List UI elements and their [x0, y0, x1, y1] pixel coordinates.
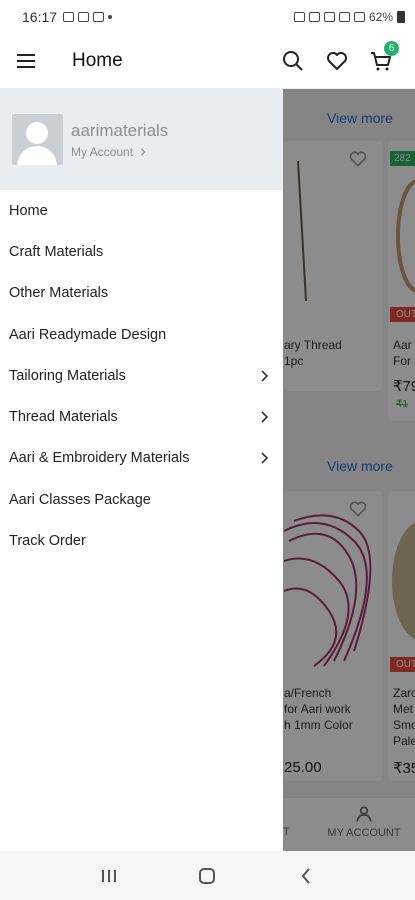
alarm-icon [293, 11, 305, 22]
drawer-item-aari-classes-package[interactable]: Aari Classes Package [0, 479, 283, 520]
home-icon [199, 867, 216, 884]
drawer-item-label: Home [9, 202, 48, 219]
recent-apps-icon [102, 869, 117, 882]
drawer-item-aari-readymade-design[interactable]: Aari Readymade Design [0, 314, 283, 355]
gallery-icon [63, 11, 75, 22]
message-icon [93, 11, 105, 22]
back-icon [301, 867, 310, 884]
wifi-icon [323, 11, 335, 22]
my-account-link[interactable]: My Account [71, 145, 168, 159]
app-header: Home 6 [0, 33, 415, 89]
menu-button[interactable] [0, 33, 52, 89]
my-account-label: My Account [71, 144, 134, 159]
search-icon [283, 50, 303, 71]
drawer-item-label: Track Order [9, 533, 86, 550]
recent-apps-button[interactable] [94, 861, 124, 891]
chevron-right-icon [141, 147, 146, 156]
notification-dot-icon [108, 14, 113, 19]
drawer-item-thread-materials[interactable]: Thread Materials [0, 396, 283, 437]
drawer-item-craft-materials[interactable]: Craft Materials [0, 231, 283, 272]
home-button[interactable] [192, 861, 222, 891]
cart-count-badge: 6 [384, 40, 399, 56]
drawer-item-label: Craft Materials [9, 243, 104, 260]
drawer-item-label: Aari & Embroidery Materials [9, 450, 190, 467]
status-bar: 16:17 62% [0, 0, 415, 33]
drawer-item-track-order[interactable]: Track Order [0, 520, 283, 561]
page-title: Home [72, 49, 123, 71]
signal-2-icon [353, 11, 365, 22]
back-button[interactable] [291, 861, 321, 891]
drawer-item-label: Thread Materials [9, 409, 118, 426]
drawer-menu: Home Craft Materials Other Materials Aari R… [0, 190, 283, 562]
status-time: 16:17 [22, 8, 58, 25]
chevron-right-icon [261, 370, 269, 382]
signal-icon [338, 11, 350, 22]
heart-icon [327, 51, 347, 70]
drawer-item-label: Other Materials [9, 285, 109, 302]
wishlist-button[interactable] [325, 49, 349, 73]
hamburger-icon [17, 53, 35, 56]
drawer-item-other-materials[interactable]: Other Materials [0, 273, 283, 314]
battery-icon [397, 10, 405, 23]
username: aarimaterials [71, 120, 169, 140]
search-button[interactable] [281, 49, 305, 73]
drawer-item-label: Aari Classes Package [9, 491, 151, 508]
drawer-item-home[interactable]: Home [0, 190, 283, 231]
account-header[interactable]: aarimaterials My Account [0, 89, 283, 190]
system-navigation-bar [0, 851, 415, 900]
drawer-item-tailoring-materials[interactable]: Tailoring Materials [0, 355, 283, 396]
drawer-item-aari-embroidery-materials[interactable]: Aari & Embroidery Materials [0, 438, 283, 479]
chevron-right-icon [261, 452, 269, 464]
cart-button[interactable]: 6 [369, 40, 399, 73]
bluetooth-icon [308, 11, 320, 22]
drawer-item-label: Aari Readymade Design [9, 326, 167, 343]
drawer-item-label: Tailoring Materials [9, 367, 126, 384]
navigation-drawer: aarimaterials My Account Home Craft Mater… [0, 89, 283, 851]
chevron-right-icon [261, 411, 269, 423]
avatar [12, 114, 63, 165]
battery-percent: 62% [368, 9, 393, 24]
mail-icon [78, 11, 90, 22]
